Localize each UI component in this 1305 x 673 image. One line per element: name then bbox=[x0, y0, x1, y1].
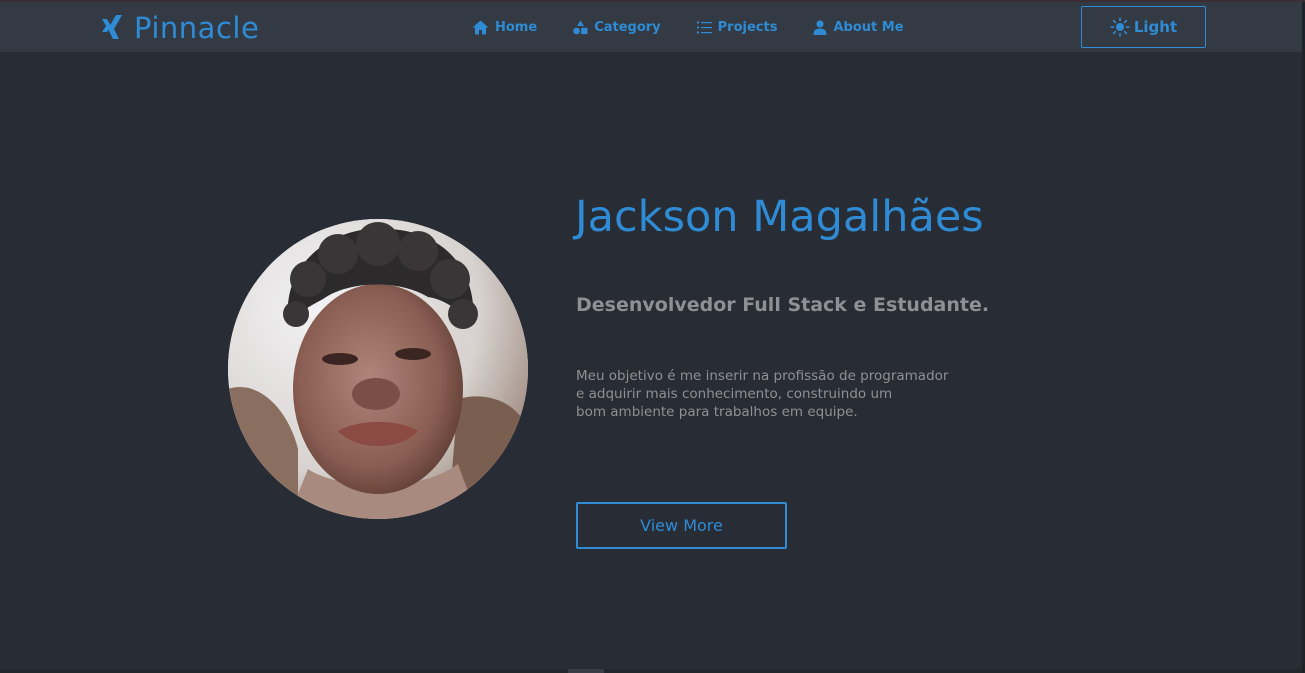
sun-icon bbox=[1110, 17, 1130, 37]
theme-toggle-label: Light bbox=[1133, 18, 1178, 36]
nav-item-label: Home bbox=[495, 19, 538, 35]
nav-item-category[interactable]: Category bbox=[573, 16, 661, 38]
list-icon bbox=[696, 21, 712, 34]
bottom-strip bbox=[0, 669, 1305, 673]
theme-toggle-button[interactable]: Light bbox=[1081, 6, 1206, 48]
brand-link[interactable]: Pinnacle bbox=[100, 10, 259, 46]
nav-item-label: Projects bbox=[717, 19, 778, 35]
view-more-button[interactable]: View More bbox=[576, 502, 787, 549]
brand-name: Pinnacle bbox=[134, 11, 260, 45]
scrollbar-thumb[interactable] bbox=[568, 669, 604, 673]
hero-description-line: Meu objetivo é me inserir na profissão d… bbox=[576, 368, 949, 384]
xing-logo-icon bbox=[100, 15, 124, 41]
user-icon bbox=[813, 19, 827, 35]
home-icon bbox=[472, 20, 489, 35]
hero-description-line: bom ambiente para trabalhos em equipe. bbox=[576, 404, 858, 420]
profile-photo bbox=[228, 219, 528, 519]
nav-item-home[interactable]: Home bbox=[472, 16, 537, 38]
hero-description-line: e adquirir mais conhecimento, construind… bbox=[576, 386, 893, 402]
hero-description: Meu objetivo é me inserir na profissão d… bbox=[576, 367, 948, 421]
navbar: Pinnacle Home Category Projects About Me… bbox=[0, 2, 1305, 52]
nav-item-about-me[interactable]: About Me bbox=[813, 16, 904, 38]
nav-item-label: Category bbox=[594, 19, 661, 35]
hero-name: Jackson Magalhães bbox=[575, 192, 984, 242]
page: Pinnacle Home Category Projects About Me… bbox=[0, 0, 1305, 673]
shapes-icon bbox=[573, 20, 588, 35]
nav-item-label: About Me bbox=[833, 19, 904, 35]
nav-item-projects[interactable]: Projects bbox=[696, 16, 778, 38]
hero-role: Desenvolvedor Full Stack e Estudante. bbox=[576, 294, 990, 316]
main-nav: Home Category Projects About Me bbox=[472, 16, 904, 38]
